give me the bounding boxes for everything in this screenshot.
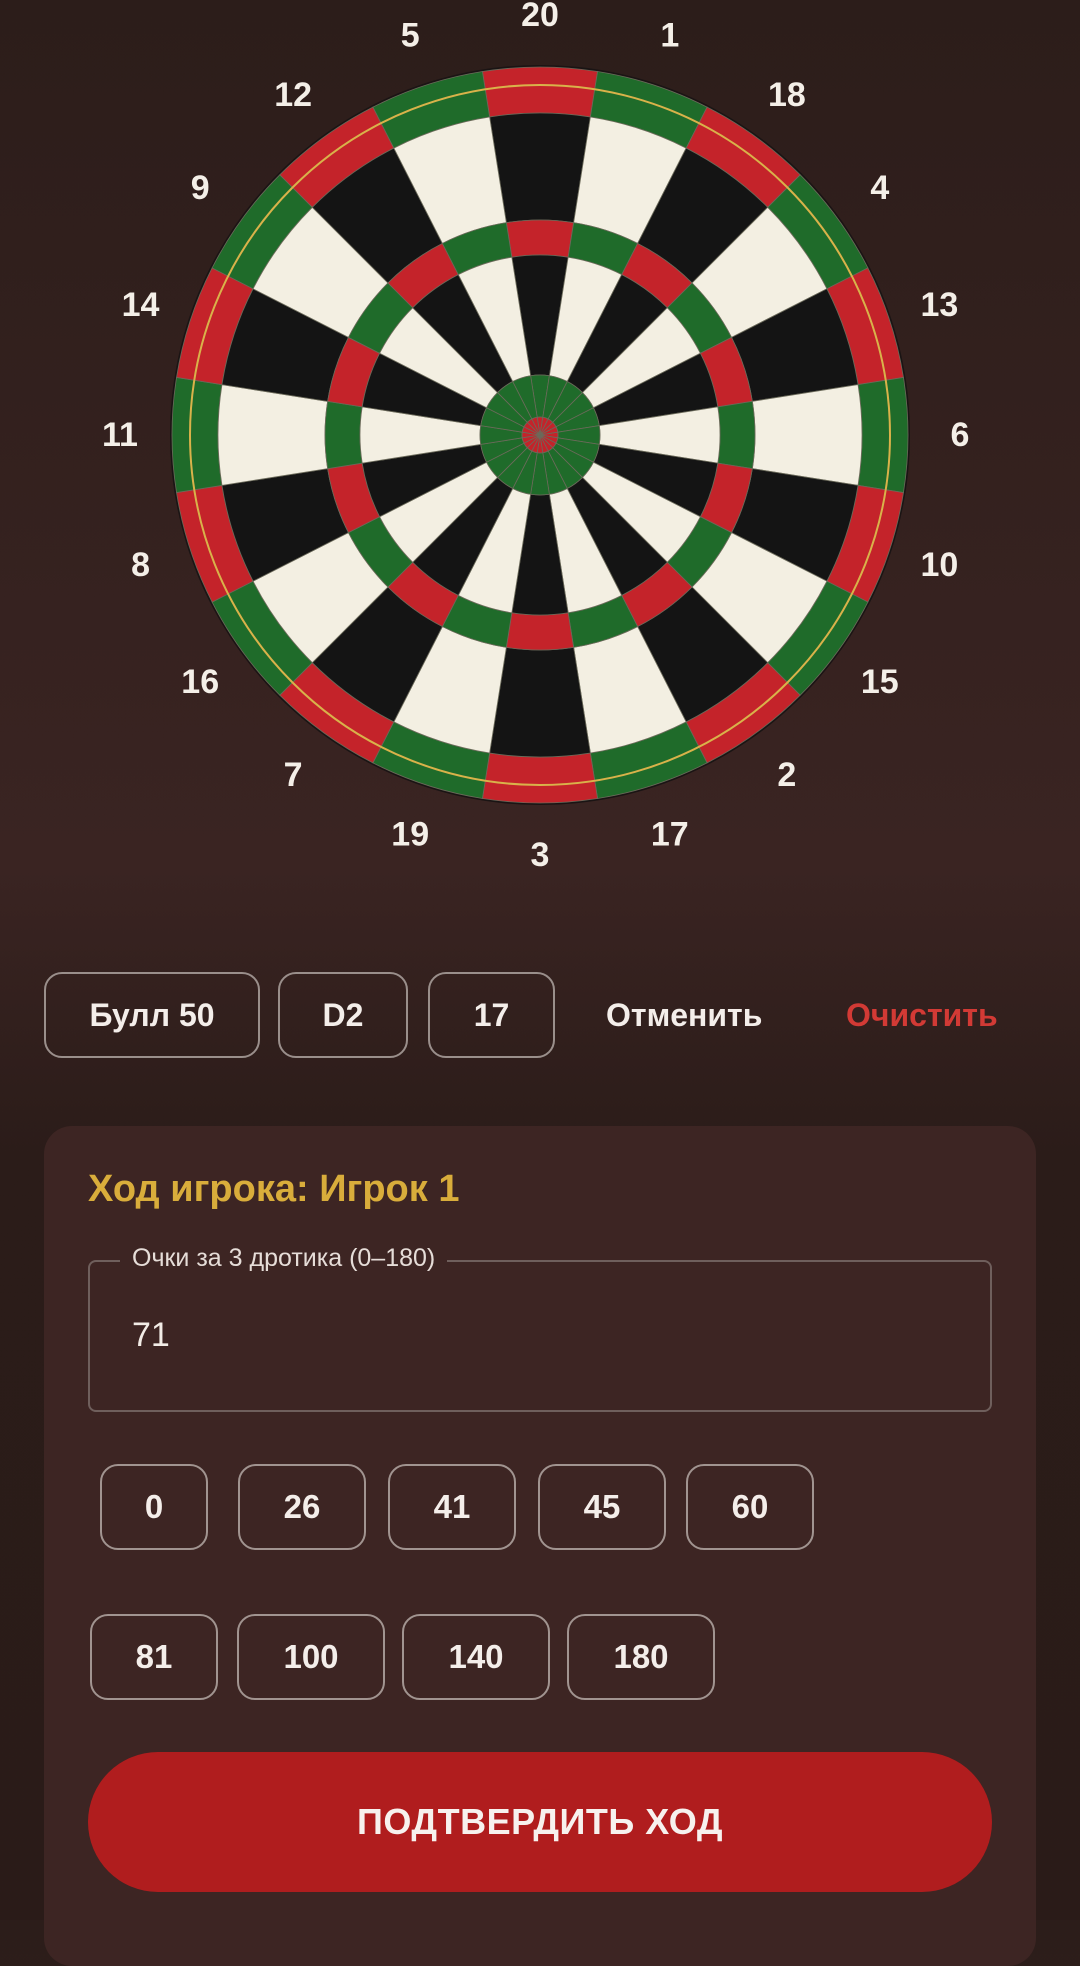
- quick-score-button[interactable]: 0: [100, 1464, 208, 1550]
- board-number-20: 20: [521, 0, 559, 34]
- board-number-5: 5: [401, 17, 420, 55]
- outer-single-segment-20[interactable]: [489, 112, 591, 224]
- quick-score-button[interactable]: 140: [402, 1614, 550, 1700]
- confirm-turn-button[interactable]: ПОДТВЕРДИТЬ ХОД: [88, 1752, 992, 1892]
- board-number-14: 14: [122, 286, 160, 324]
- board-number-13: 13: [921, 286, 959, 324]
- score-input[interactable]: [88, 1260, 992, 1412]
- quick-score-button[interactable]: 100: [237, 1614, 385, 1700]
- board-number-2: 2: [777, 756, 796, 794]
- quick-score-button[interactable]: 60: [686, 1464, 814, 1550]
- board-number-6: 6: [951, 416, 970, 454]
- board-number-10: 10: [921, 546, 959, 584]
- triple-segment-3[interactable]: [505, 612, 575, 651]
- triple-segment-20[interactable]: [505, 219, 575, 258]
- outer-single-segment-11[interactable]: [217, 384, 329, 486]
- board-number-7: 7: [284, 756, 303, 794]
- outer-single-segment-3[interactable]: [489, 646, 591, 758]
- triple-segment-6[interactable]: [717, 400, 756, 470]
- dartboard-svg[interactable]: 20 1 18 4 13 6 10 15 2 17 3 19 7 16 8 11 14 9 12 5: [0, 0, 1080, 880]
- triple-segment-11[interactable]: [324, 400, 363, 470]
- quick-score-button[interactable]: 26: [238, 1464, 366, 1550]
- outer-single-segment-6[interactable]: [751, 384, 863, 486]
- clear-button[interactable]: Очистить: [846, 972, 998, 1058]
- quick-score-button[interactable]: 180: [567, 1614, 715, 1700]
- dart-chip-2[interactable]: D2: [278, 972, 408, 1058]
- undo-button[interactable]: Отменить: [606, 972, 762, 1058]
- score-input-value[interactable]: 71: [132, 1316, 170, 1355]
- board-number-16: 16: [181, 663, 219, 701]
- board-number-9: 9: [191, 169, 210, 207]
- dart-chip-1[interactable]: Булл 50: [44, 972, 260, 1058]
- double-segment-6[interactable]: [857, 376, 909, 494]
- double-segment-3[interactable]: [481, 752, 599, 804]
- score-input-label: Очки за 3 дротика (0–180): [120, 1244, 448, 1273]
- dart-chip-3[interactable]: 17: [428, 972, 555, 1058]
- turn-title: Ход игрока: Игрок 1: [88, 1168, 460, 1210]
- quick-score-button[interactable]: 45: [538, 1464, 666, 1550]
- board-number-17: 17: [651, 815, 689, 853]
- double-segment-11[interactable]: [171, 376, 223, 494]
- board-number-15: 15: [861, 663, 899, 701]
- board-number-11: 11: [102, 416, 138, 454]
- dartboard[interactable]: 20 1 18 4 13 6 10 15 2 17 3 19 7 16 8 11 14 9 12 5: [0, 0, 1080, 880]
- board-number-4: 4: [870, 169, 889, 207]
- board-number-8: 8: [131, 546, 150, 584]
- board-number-1: 1: [660, 17, 679, 55]
- board-number-18: 18: [768, 76, 806, 114]
- quick-score-button[interactable]: 41: [388, 1464, 516, 1550]
- board-number-12: 12: [274, 76, 312, 114]
- quick-score-button[interactable]: 81: [90, 1614, 218, 1700]
- board-number-19: 19: [391, 815, 429, 853]
- double-segment-20[interactable]: [481, 66, 599, 118]
- board-number-3: 3: [531, 836, 550, 874]
